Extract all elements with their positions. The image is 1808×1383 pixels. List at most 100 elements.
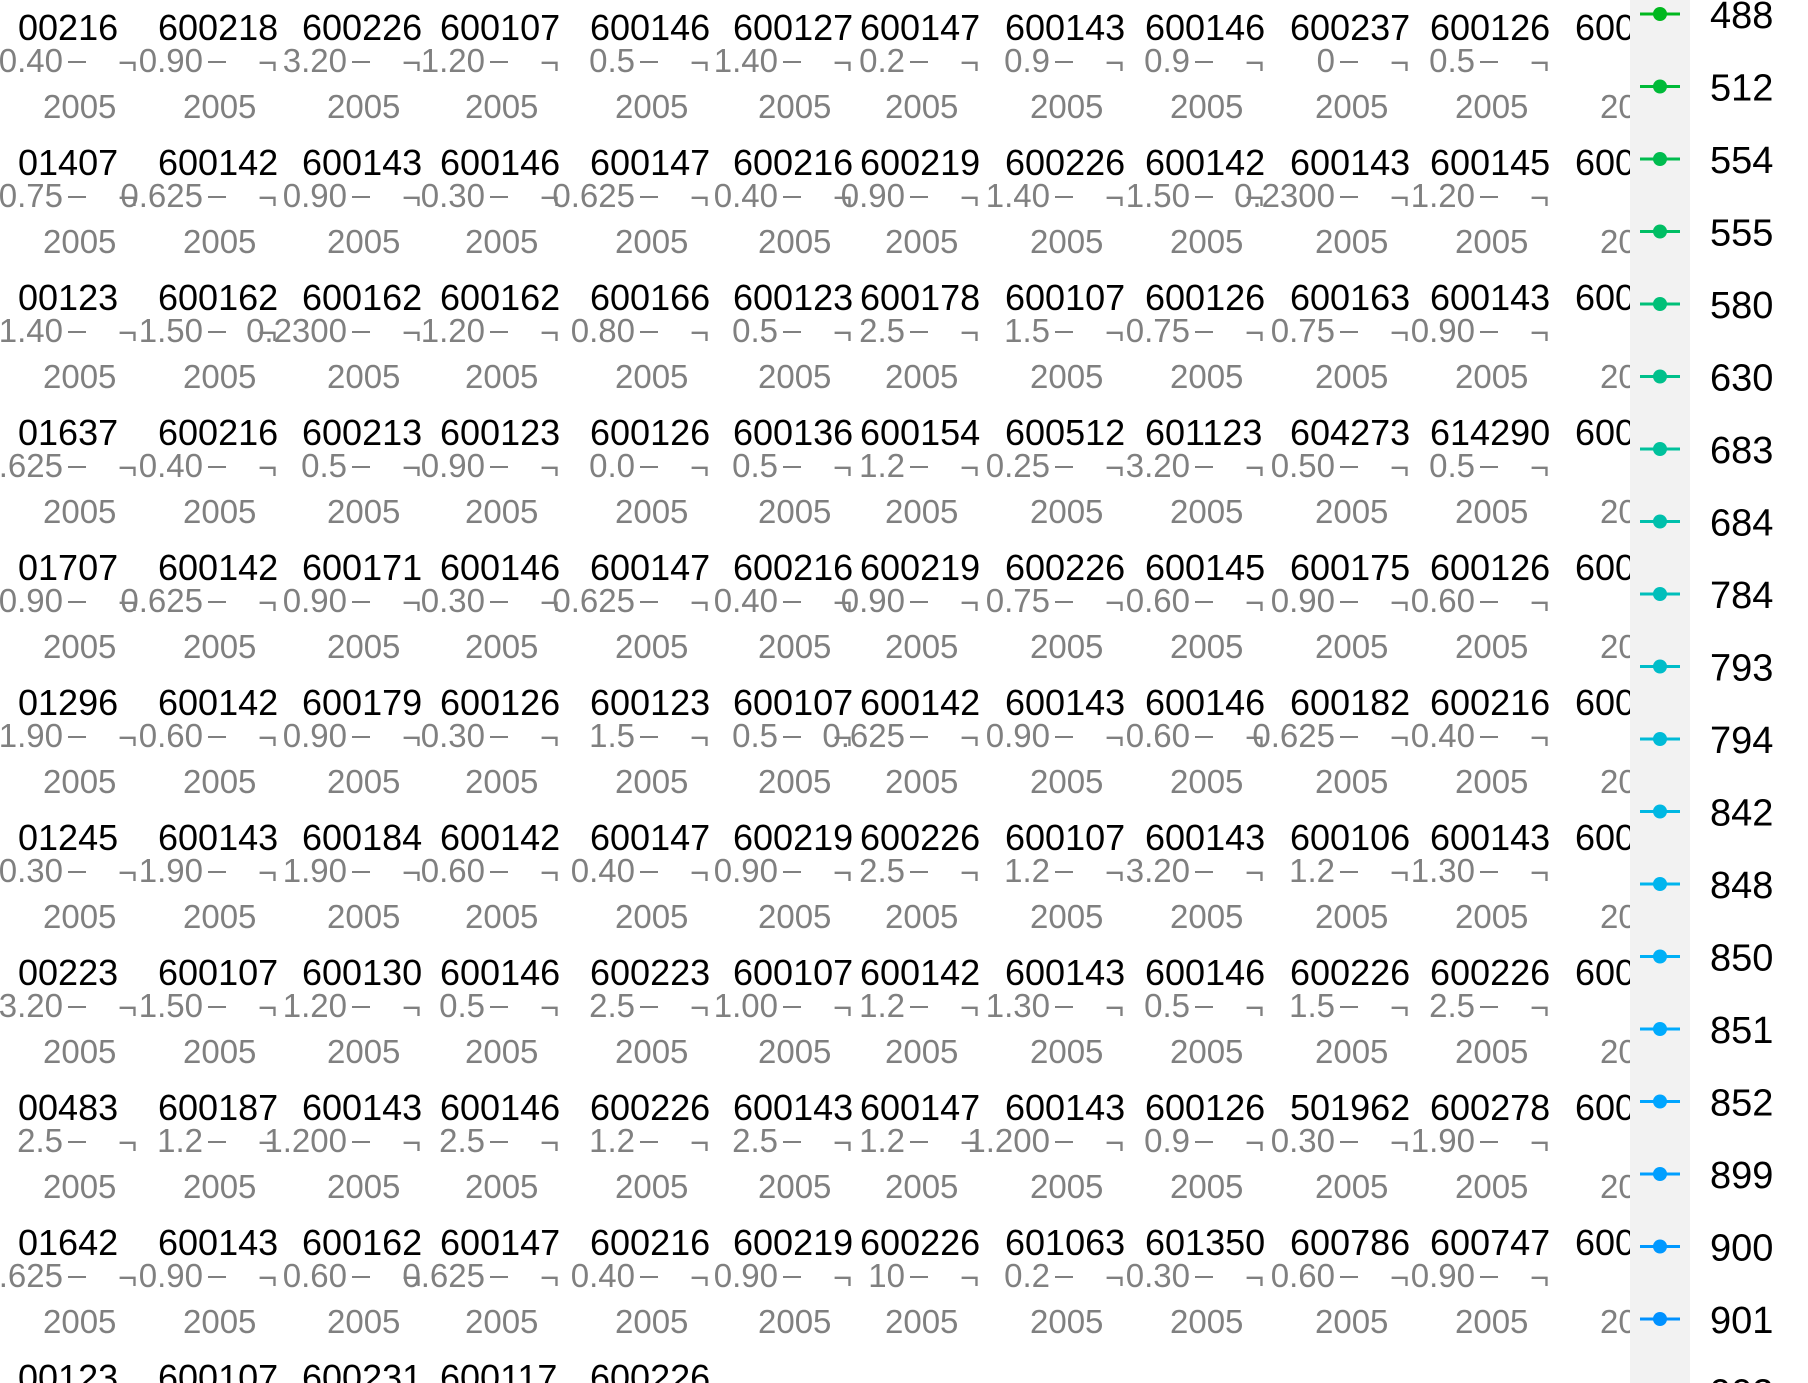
x-tick-label: 2005 xyxy=(885,88,958,125)
axis-corner-glyph: ¬ xyxy=(1390,1124,1409,1161)
y-tick-label: 0.75 xyxy=(1126,312,1190,349)
x-tick-label: 2005 xyxy=(183,1303,256,1340)
x-tick-label: 2005 xyxy=(327,1168,400,1205)
x-tick-label: 2005 xyxy=(327,493,400,530)
x-tick-label: 2005 xyxy=(465,628,538,665)
x-tick-label: 2005 xyxy=(465,88,538,125)
x-tick-label: 2005 xyxy=(1170,358,1243,395)
strip-label: 600 xyxy=(1575,142,1635,183)
axis-corner-glyph: ¬ xyxy=(402,854,421,891)
y-tick-label: 0.60 xyxy=(421,852,485,889)
axis-corner-glyph: ¬ xyxy=(1245,989,1264,1026)
y-tick-label: 0.40 xyxy=(714,177,778,214)
axis-corner-glyph: ¬ xyxy=(1245,44,1264,81)
x-tick-label: 2005 xyxy=(615,628,688,665)
panel-row: 012450.30 ¬20056001431.90 ¬20056001841.90 ¬… xyxy=(0,817,1673,935)
axis-corner-glyph: ¬ xyxy=(118,719,137,756)
y-tick-label: 0.90 xyxy=(139,1257,203,1294)
y-tick-label: 3.20 xyxy=(283,42,347,79)
axis-corner-glyph: ¬ xyxy=(258,179,277,216)
y-tick-label: 1.5 xyxy=(1289,987,1335,1024)
axis-corner-glyph: ¬ xyxy=(833,1259,852,1296)
y-tick-label: 0.90 xyxy=(283,717,347,754)
y-tick-label: 0.60 xyxy=(1126,717,1190,754)
x-tick-label: 2005 xyxy=(758,898,831,935)
x-tick-label: 2005 xyxy=(885,1303,958,1340)
x-tick-label: 2005 xyxy=(43,763,116,800)
axis-corner-glyph: ¬ xyxy=(540,719,559,756)
axis-corner-glyph: ¬ xyxy=(1105,314,1124,351)
axis-corner-glyph: ¬ xyxy=(833,989,852,1026)
axis-corner-glyph: ¬ xyxy=(258,989,277,1026)
y-tick-label: 0.9 xyxy=(1004,42,1050,79)
legend-key-point xyxy=(1653,297,1667,311)
y-tick-label: 1.90 xyxy=(283,852,347,889)
strip-label: 600 xyxy=(1575,412,1635,453)
axis-corner-glyph: ¬ xyxy=(960,314,979,351)
axis-corner-glyph: ¬ xyxy=(960,989,979,1026)
x-tick-label: 2005 xyxy=(465,1033,538,1070)
x-tick-label: 2005 xyxy=(1455,1168,1528,1205)
y-tick-label: 1.5 xyxy=(589,717,635,754)
y-tick-label: 0.30 xyxy=(421,177,485,214)
strip-label: 600 xyxy=(1575,817,1635,858)
y-tick-label: 0.30 xyxy=(421,717,485,754)
x-tick-label: 2005 xyxy=(615,1033,688,1070)
axis-corner-glyph: ¬ xyxy=(540,854,559,891)
axis-corner-glyph: ¬ xyxy=(1390,179,1409,216)
axis-corner-glyph: ¬ xyxy=(402,179,421,216)
x-tick-label: 2005 xyxy=(1455,628,1528,665)
y-tick-label: 1.2 xyxy=(589,1122,635,1159)
y-tick-label: 0.90 xyxy=(714,852,778,889)
y-tick-label: 1.20 xyxy=(283,987,347,1024)
legend-key-point xyxy=(1653,732,1667,746)
axis-corner-glyph: ¬ xyxy=(1105,854,1124,891)
x-tick-label: 2005 xyxy=(183,358,256,395)
y-tick-label: 1.200 xyxy=(264,1122,347,1159)
axis-corner-glyph: ¬ xyxy=(402,989,421,1026)
y-tick-label: 0.75 xyxy=(0,177,63,214)
axis-corner-glyph: ¬ xyxy=(1105,719,1124,756)
axis-corner-glyph: ¬ xyxy=(1530,584,1549,621)
x-tick-label: 2005 xyxy=(1170,763,1243,800)
axis-corner-glyph: ¬ xyxy=(1390,854,1409,891)
x-tick-label: 2005 xyxy=(758,763,831,800)
legend-key-point xyxy=(1653,659,1667,674)
x-tick-label: 2005 xyxy=(43,493,116,530)
y-tick-label: 1.30 xyxy=(986,987,1050,1024)
y-tick-label: 0.90 xyxy=(841,582,905,619)
axis-corner-glyph: ¬ xyxy=(1530,989,1549,1026)
x-tick-label: 2005 xyxy=(758,493,831,530)
y-tick-label: 1.2 xyxy=(1004,852,1050,889)
x-tick-label: 2005 xyxy=(1315,88,1388,125)
y-tick-label: 1.20 xyxy=(1411,177,1475,214)
y-tick-label: 0.40 xyxy=(571,852,635,889)
x-tick-label: 2005 xyxy=(327,763,400,800)
panel-row: 012961.90 ¬20056001420.60 ¬20056001790.90 ¬… xyxy=(0,682,1673,800)
legend-label: 794 xyxy=(1710,720,1773,762)
axis-corner-glyph: ¬ xyxy=(690,584,709,621)
axis-corner-glyph: ¬ xyxy=(1530,1259,1549,1296)
axis-corner-glyph: ¬ xyxy=(960,44,979,81)
y-tick-label: 2.5 xyxy=(589,987,635,1024)
axis-corner-glyph: ¬ xyxy=(690,449,709,486)
panel-row: 002233.20 ¬20056001071.50 ¬20056001301.20 ¬… xyxy=(0,952,1673,1070)
x-tick-label: 2005 xyxy=(327,358,400,395)
strip-label: 600237 xyxy=(1290,7,1410,48)
strip-label: 600 xyxy=(1575,547,1635,588)
axis-corner-glyph: ¬ xyxy=(118,989,137,1026)
x-tick-label: 2005 xyxy=(1315,223,1388,260)
axis-corner-glyph: ¬ xyxy=(258,584,277,621)
legend-key-point xyxy=(1653,587,1667,601)
legend-key-point xyxy=(1653,152,1667,166)
axis-corner-glyph: ¬ xyxy=(833,44,852,81)
x-tick-label: 2005 xyxy=(327,88,400,125)
y-tick-label: 0.30 xyxy=(0,852,63,889)
axis-corner-glyph: ¬ xyxy=(1105,449,1124,486)
x-tick-label: 2005 xyxy=(465,223,538,260)
y-tick-label: 0.90 xyxy=(1411,1257,1475,1294)
y-tick-label: 0.625 xyxy=(552,177,635,214)
y-tick-label: 2.5 xyxy=(859,852,905,889)
y-tick-label: 1.50 xyxy=(1126,177,1190,214)
axis-corner-glyph: ¬ xyxy=(118,449,137,486)
